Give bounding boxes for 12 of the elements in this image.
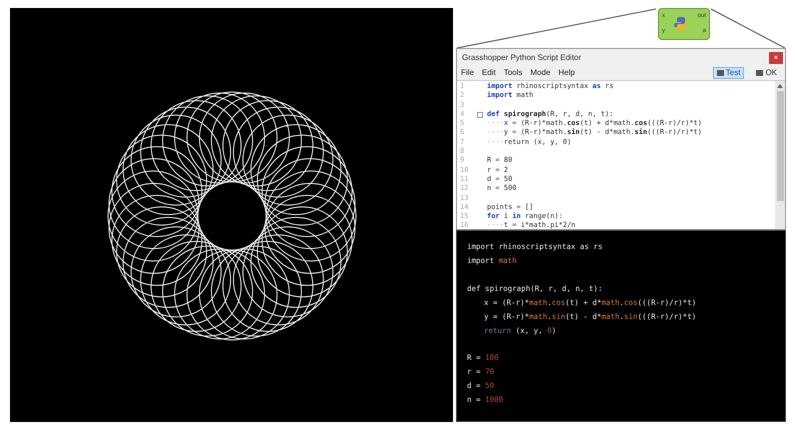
menu-item[interactable]: Mode xyxy=(530,67,550,79)
window-title: Grasshopper Python Script Editor xyxy=(462,52,582,64)
toolbar-button[interactable]: OK xyxy=(752,67,781,79)
menu-item[interactable]: Edit xyxy=(482,67,496,79)
close-button[interactable]: × xyxy=(769,52,783,64)
menu-item[interactable]: Tools xyxy=(504,67,522,79)
toolbar-button[interactable]: Test xyxy=(712,67,744,79)
fold-icon[interactable] xyxy=(477,112,483,118)
menu-item[interactable]: File xyxy=(461,67,474,79)
scrollbar[interactable] xyxy=(775,81,785,229)
menu-item[interactable]: Help xyxy=(558,67,575,79)
python-logo-icon xyxy=(673,16,690,32)
